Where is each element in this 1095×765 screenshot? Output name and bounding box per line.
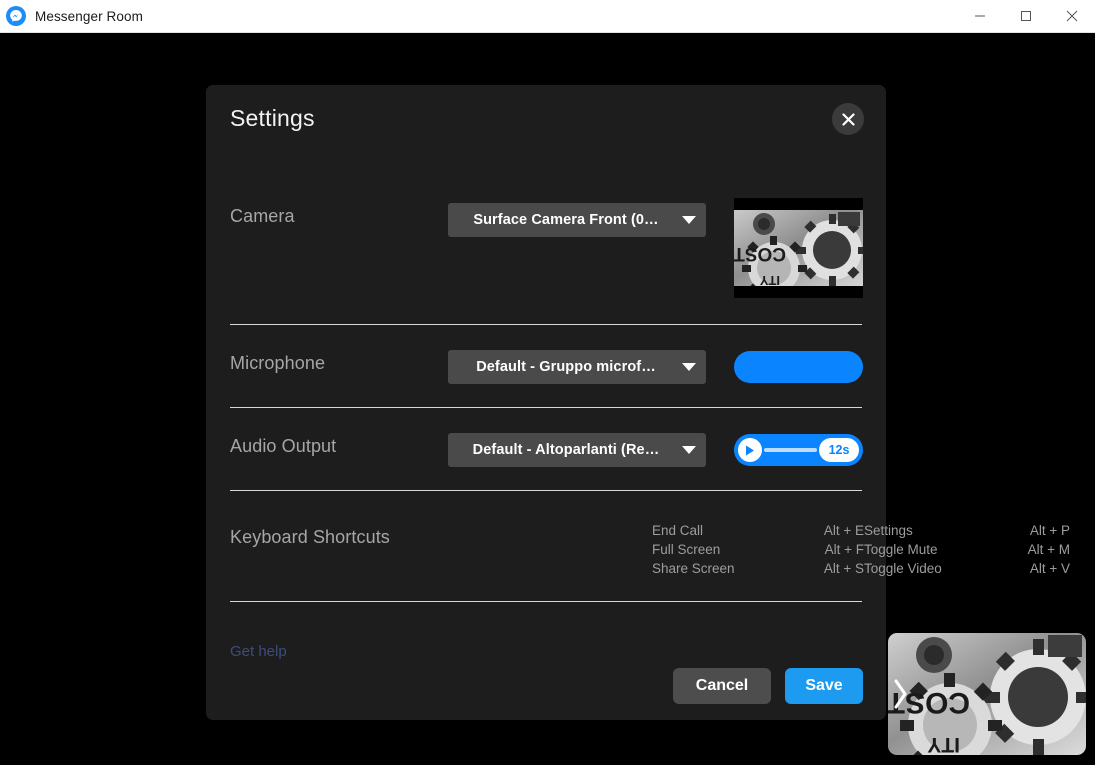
- shortcuts-grid: End Call Alt + E Settings Alt + P Full S…: [652, 523, 1070, 576]
- shortcut-key: Alt + M: [1004, 542, 1070, 557]
- audio-output-select-value: Default - Altoparlanti (Re…: [460, 442, 672, 458]
- cancel-button[interactable]: Cancel: [673, 668, 771, 704]
- audio-output-label: Audio Output: [230, 436, 336, 457]
- camera-select[interactable]: Surface Camera Front (0…: [448, 203, 706, 237]
- get-help-link[interactable]: Get help: [230, 643, 287, 660]
- shortcut-action: Settings: [864, 523, 1004, 538]
- shortcut-action: End Call: [652, 523, 802, 538]
- shortcut-key: Alt + V: [1004, 561, 1070, 576]
- svg-text:COST: COST: [734, 243, 786, 264]
- microphone-select[interactable]: Default - Gruppo microf…: [448, 350, 706, 384]
- divider-1: [230, 324, 862, 325]
- chevron-down-icon: [682, 216, 696, 224]
- shortcut-action: Toggle Video: [864, 561, 1004, 576]
- settings-dialog: Settings Camera Surface Camera Front (0…: [206, 85, 886, 720]
- audio-progress-track[interactable]: [764, 448, 817, 452]
- shortcut-key: Alt + E: [802, 523, 864, 538]
- play-icon: [745, 445, 755, 456]
- minimize-button[interactable]: [957, 0, 1003, 33]
- self-view-image: COST ITY: [888, 633, 1086, 755]
- minimize-icon: [974, 10, 986, 22]
- shortcut-key: Alt + F: [802, 542, 864, 557]
- shortcut-action: Share Screen: [652, 561, 802, 576]
- dialog-title: Settings: [230, 105, 315, 132]
- shortcut-key: Alt + S: [802, 561, 864, 576]
- keyboard-shortcuts-row: Keyboard Shortcuts End Call Alt + E Sett…: [206, 511, 886, 596]
- chevron-right-icon[interactable]: [894, 679, 908, 709]
- save-button[interactable]: Save: [785, 668, 863, 704]
- window-controls: [957, 0, 1095, 33]
- divider-3: [230, 490, 862, 491]
- audio-output-row: Audio Output Default - Altoparlanti (Re……: [206, 428, 886, 488]
- camera-preview: COST ITY: [734, 198, 863, 298]
- close-icon: [842, 113, 855, 126]
- audio-output-select[interactable]: Default - Altoparlanti (Re…: [448, 433, 706, 467]
- camera-select-value: Surface Camera Front (0…: [460, 212, 672, 228]
- play-button[interactable]: [738, 438, 762, 462]
- maximize-button[interactable]: [1003, 0, 1049, 33]
- microphone-row: Microphone Default - Gruppo microf…: [206, 345, 886, 405]
- svg-text:ITY: ITY: [759, 273, 780, 286]
- close-icon: [1066, 10, 1078, 22]
- microphone-select-value: Default - Gruppo microf…: [460, 359, 672, 375]
- camera-label: Camera: [230, 206, 295, 227]
- window-titlebar: Messenger Room: [0, 0, 1095, 33]
- mic-level-meter: [734, 351, 863, 383]
- shortcut-action: Toggle Mute: [864, 542, 1004, 557]
- shortcut-key: Alt + P: [1004, 523, 1070, 538]
- divider-2: [230, 407, 862, 408]
- microphone-label: Microphone: [230, 353, 325, 374]
- audio-duration-badge: 12s: [819, 438, 859, 462]
- camera-row: Camera Surface Camera Front (0…: [206, 198, 886, 318]
- chevron-down-icon: [682, 363, 696, 371]
- keyboard-shortcuts-label: Keyboard Shortcuts: [230, 527, 390, 548]
- camera-preview-image: COST ITY: [734, 210, 863, 286]
- svg-text:ITY: ITY: [927, 733, 960, 755]
- close-dialog-button[interactable]: [832, 103, 864, 135]
- app-background: Settings Camera Surface Camera Front (0…: [0, 33, 1095, 765]
- app-title: Messenger Room: [35, 9, 143, 24]
- divider-4: [230, 601, 862, 602]
- chevron-down-icon: [682, 446, 696, 454]
- shortcut-action: Full Screen: [652, 542, 802, 557]
- messenger-logo-icon: [6, 6, 26, 26]
- close-window-button[interactable]: [1049, 0, 1095, 33]
- audio-test-player[interactable]: 12s: [734, 434, 863, 466]
- self-view-thumbnail[interactable]: COST ITY: [888, 633, 1086, 755]
- maximize-icon: [1020, 10, 1032, 22]
